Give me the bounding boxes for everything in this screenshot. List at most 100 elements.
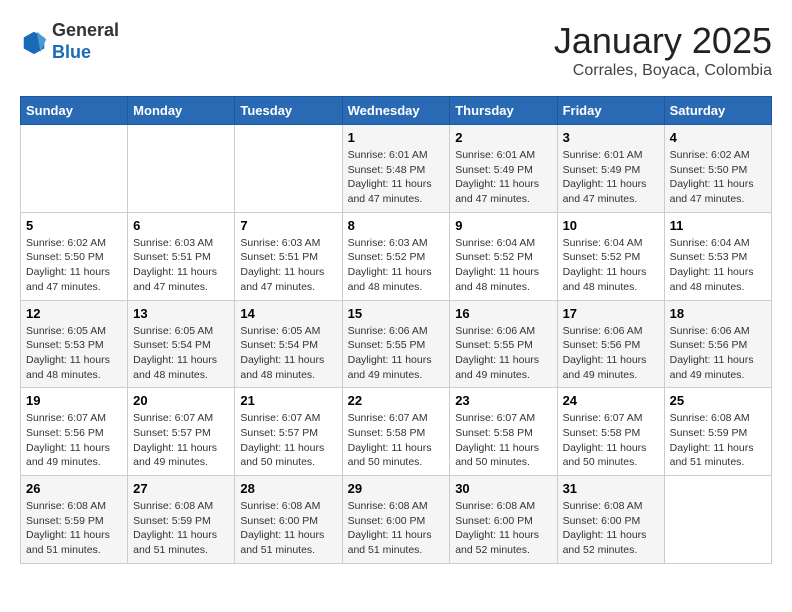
location-subtitle: Corrales, Boyaca, Colombia (554, 62, 772, 80)
day-info: Sunrise: 6:04 AMSunset: 5:53 PMDaylight:… (670, 236, 766, 295)
day-number: 29 (348, 481, 445, 496)
calendar-cell (664, 476, 771, 564)
day-info: Sunrise: 6:06 AMSunset: 5:55 PMDaylight:… (348, 324, 445, 383)
day-number: 10 (563, 218, 659, 233)
day-info: Sunrise: 6:08 AMSunset: 6:00 PMDaylight:… (563, 499, 659, 558)
page-header: General Blue January 2025 Corrales, Boya… (20, 20, 772, 80)
day-info: Sunrise: 6:08 AMSunset: 5:59 PMDaylight:… (26, 499, 122, 558)
day-number: 7 (240, 218, 336, 233)
day-info: Sunrise: 6:01 AMSunset: 5:48 PMDaylight:… (348, 148, 445, 207)
day-info: Sunrise: 6:08 AMSunset: 5:59 PMDaylight:… (133, 499, 229, 558)
day-number: 21 (240, 393, 336, 408)
column-header-sunday: Sunday (21, 97, 128, 125)
day-number: 31 (563, 481, 659, 496)
day-number: 24 (563, 393, 659, 408)
calendar-week-5: 26 Sunrise: 6:08 AMSunset: 5:59 PMDayligh… (21, 476, 772, 564)
calendar-week-1: 1 Sunrise: 6:01 AMSunset: 5:48 PMDaylight… (21, 125, 772, 213)
day-number: 11 (670, 218, 766, 233)
day-number: 3 (563, 130, 659, 145)
day-info: Sunrise: 6:06 AMSunset: 5:56 PMDaylight:… (670, 324, 766, 383)
day-number: 28 (240, 481, 336, 496)
calendar-cell: 26 Sunrise: 6:08 AMSunset: 5:59 PMDayligh… (21, 476, 128, 564)
calendar-cell: 31 Sunrise: 6:08 AMSunset: 6:00 PMDayligh… (557, 476, 664, 564)
calendar-cell: 11 Sunrise: 6:04 AMSunset: 5:53 PMDayligh… (664, 212, 771, 300)
day-number: 30 (455, 481, 551, 496)
day-number: 18 (670, 306, 766, 321)
calendar-cell: 23Sunrise: 6:07 AMSunset: 5:58 PMDayligh… (450, 388, 557, 476)
day-number: 25 (670, 393, 766, 408)
month-title: January 2025 (554, 20, 772, 62)
column-header-friday: Friday (557, 97, 664, 125)
day-number: 20 (133, 393, 229, 408)
calendar-cell: 21 Sunrise: 6:07 AMSunset: 5:57 PMDayligh… (235, 388, 342, 476)
calendar-cell: 13 Sunrise: 6:05 AMSunset: 5:54 PMDayligh… (128, 300, 235, 388)
calendar-cell: 12Sunrise: 6:05 AMSunset: 5:53 PMDayligh… (21, 300, 128, 388)
day-info: Sunrise: 6:07 AMSunset: 5:56 PMDaylight:… (26, 411, 122, 470)
calendar-cell: 7 Sunrise: 6:03 AMSunset: 5:51 PMDaylight… (235, 212, 342, 300)
day-info: Sunrise: 6:04 AMSunset: 5:52 PMDaylight:… (455, 236, 551, 295)
calendar-cell: 27Sunrise: 6:08 AMSunset: 5:59 PMDayligh… (128, 476, 235, 564)
column-header-saturday: Saturday (664, 97, 771, 125)
day-number: 9 (455, 218, 551, 233)
day-number: 22 (348, 393, 445, 408)
day-number: 1 (348, 130, 445, 145)
calendar-cell (128, 125, 235, 213)
day-number: 14 (240, 306, 336, 321)
calendar-header-row: SundayMondayTuesdayWednesdayThursdayFrid… (21, 97, 772, 125)
day-info: Sunrise: 6:02 AMSunset: 5:50 PMDaylight:… (26, 236, 122, 295)
calendar-cell: 8Sunrise: 6:03 AMSunset: 5:52 PMDaylight… (342, 212, 450, 300)
calendar-week-4: 19Sunrise: 6:07 AMSunset: 5:56 PMDayligh… (21, 388, 772, 476)
day-info: Sunrise: 6:06 AMSunset: 5:56 PMDaylight:… (563, 324, 659, 383)
day-info: Sunrise: 6:01 AMSunset: 5:49 PMDaylight:… (563, 148, 659, 207)
day-info: Sunrise: 6:07 AMSunset: 5:57 PMDaylight:… (240, 411, 336, 470)
day-info: Sunrise: 6:01 AMSunset: 5:49 PMDaylight:… (455, 148, 551, 207)
calendar-cell (21, 125, 128, 213)
day-number: 5 (26, 218, 122, 233)
calendar-cell: 15 Sunrise: 6:06 AMSunset: 5:55 PMDayligh… (342, 300, 450, 388)
day-number: 12 (26, 306, 122, 321)
calendar-cell: 14 Sunrise: 6:05 AMSunset: 5:54 PMDayligh… (235, 300, 342, 388)
calendar-cell (235, 125, 342, 213)
day-info: Sunrise: 6:03 AMSunset: 5:51 PMDaylight:… (240, 236, 336, 295)
calendar-table: SundayMondayTuesdayWednesdayThursdayFrid… (20, 96, 772, 564)
column-header-monday: Monday (128, 97, 235, 125)
day-info: Sunrise: 6:03 AMSunset: 5:51 PMDaylight:… (133, 236, 229, 295)
day-number: 26 (26, 481, 122, 496)
day-info: Sunrise: 6:07 AMSunset: 5:58 PMDaylight:… (563, 411, 659, 470)
calendar-cell: 25 Sunrise: 6:08 AMSunset: 5:59 PMDayligh… (664, 388, 771, 476)
day-number: 16 (455, 306, 551, 321)
calendar-cell: 9 Sunrise: 6:04 AMSunset: 5:52 PMDaylight… (450, 212, 557, 300)
calendar-cell: 10Sunrise: 6:04 AMSunset: 5:52 PMDayligh… (557, 212, 664, 300)
calendar-cell: 24 Sunrise: 6:07 AMSunset: 5:58 PMDayligh… (557, 388, 664, 476)
day-info: Sunrise: 6:08 AMSunset: 5:59 PMDaylight:… (670, 411, 766, 470)
column-header-tuesday: Tuesday (235, 97, 342, 125)
day-number: 13 (133, 306, 229, 321)
day-number: 4 (670, 130, 766, 145)
calendar-cell: 3 Sunrise: 6:01 AMSunset: 5:49 PMDaylight… (557, 125, 664, 213)
calendar-cell: 20Sunrise: 6:07 AMSunset: 5:57 PMDayligh… (128, 388, 235, 476)
day-info: Sunrise: 6:05 AMSunset: 5:54 PMDaylight:… (240, 324, 336, 383)
calendar-cell: 19Sunrise: 6:07 AMSunset: 5:56 PMDayligh… (21, 388, 128, 476)
day-number: 15 (348, 306, 445, 321)
calendar-week-3: 12Sunrise: 6:05 AMSunset: 5:53 PMDayligh… (21, 300, 772, 388)
day-info: Sunrise: 6:02 AMSunset: 5:50 PMDaylight:… (670, 148, 766, 207)
calendar-cell: 4 Sunrise: 6:02 AMSunset: 5:50 PMDaylight… (664, 125, 771, 213)
calendar-cell: 5 Sunrise: 6:02 AMSunset: 5:50 PMDaylight… (21, 212, 128, 300)
day-info: Sunrise: 6:06 AMSunset: 5:55 PMDaylight:… (455, 324, 551, 383)
day-number: 2 (455, 130, 551, 145)
day-info: Sunrise: 6:08 AMSunset: 6:00 PMDaylight:… (348, 499, 445, 558)
calendar-cell: 29 Sunrise: 6:08 AMSunset: 6:00 PMDayligh… (342, 476, 450, 564)
column-header-thursday: Thursday (450, 97, 557, 125)
day-info: Sunrise: 6:05 AMSunset: 5:54 PMDaylight:… (133, 324, 229, 383)
day-number: 23 (455, 393, 551, 408)
calendar-cell: 2 Sunrise: 6:01 AMSunset: 5:49 PMDaylight… (450, 125, 557, 213)
logo-icon (20, 28, 48, 56)
calendar-cell: 28 Sunrise: 6:08 AMSunset: 6:00 PMDayligh… (235, 476, 342, 564)
day-number: 17 (563, 306, 659, 321)
calendar-week-2: 5 Sunrise: 6:02 AMSunset: 5:50 PMDaylight… (21, 212, 772, 300)
calendar-cell: 6Sunrise: 6:03 AMSunset: 5:51 PMDaylight… (128, 212, 235, 300)
day-info: Sunrise: 6:08 AMSunset: 6:00 PMDaylight:… (455, 499, 551, 558)
calendar-cell: 1 Sunrise: 6:01 AMSunset: 5:48 PMDaylight… (342, 125, 450, 213)
day-info: Sunrise: 6:08 AMSunset: 6:00 PMDaylight:… (240, 499, 336, 558)
calendar-cell: 17 Sunrise: 6:06 AMSunset: 5:56 PMDayligh… (557, 300, 664, 388)
